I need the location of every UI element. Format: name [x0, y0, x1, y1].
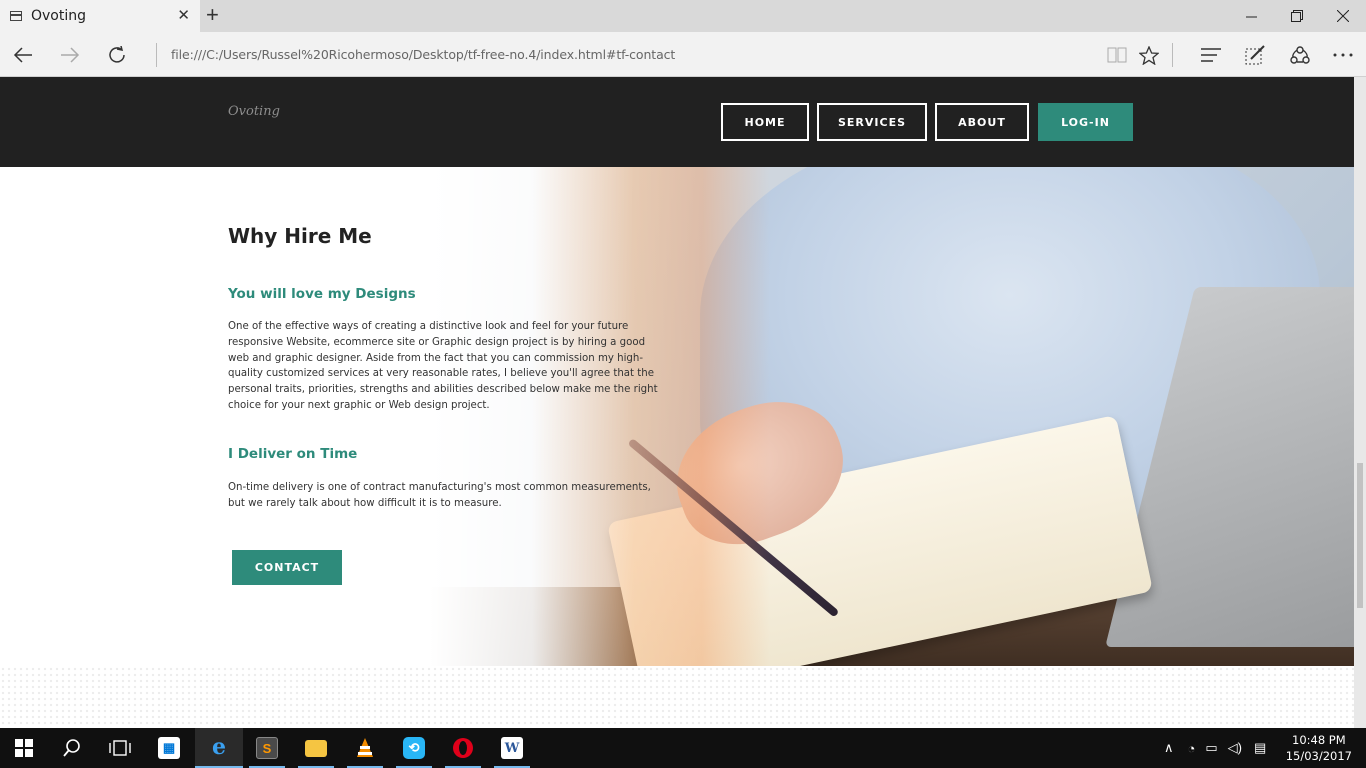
reading-view-icon[interactable]: [1102, 40, 1132, 70]
new-tab-icon[interactable]: +: [206, 4, 219, 26]
map-pattern-strip: [0, 666, 1354, 728]
scrollbar[interactable]: [1354, 77, 1366, 728]
back-icon[interactable]: [8, 40, 38, 70]
clock-date: 15/03/2017: [1285, 749, 1352, 763]
more-icon[interactable]: [1328, 40, 1358, 70]
page-icon: [10, 11, 22, 21]
forward-icon[interactable]: [55, 40, 85, 70]
refresh-icon[interactable]: [102, 40, 132, 70]
nav-services[interactable]: SERVICES: [817, 103, 927, 141]
nav-login[interactable]: LOG-IN: [1038, 103, 1133, 141]
subheading-designs: You will love my Designs: [228, 286, 416, 302]
tray-icons: ∧ ◔ ▭ ◁) ▤: [1164, 728, 1266, 768]
wifi-icon[interactable]: ◔: [1188, 741, 1196, 756]
nav-about[interactable]: ABOUT: [935, 103, 1029, 141]
minimize-icon[interactable]: [1228, 0, 1274, 32]
word-icon[interactable]: W: [488, 728, 536, 768]
notification-icon[interactable]: ▤: [1254, 740, 1266, 756]
store-icon[interactable]: ▦: [145, 728, 193, 768]
favorite-star-icon[interactable]: [1134, 40, 1164, 70]
photo-fade-overlay: [430, 167, 770, 666]
close-window-icon[interactable]: [1320, 0, 1366, 32]
opera-icon[interactable]: [439, 728, 487, 768]
battery-icon[interactable]: ▭: [1205, 740, 1217, 756]
close-tab-icon[interactable]: ✕: [177, 8, 190, 24]
tab-title: Ovoting: [31, 8, 87, 24]
hub-icon[interactable]: [1196, 40, 1226, 70]
hero-photo: [430, 167, 1354, 666]
system-clock[interactable]: 10:48 PM 15/03/2017: [1286, 732, 1352, 764]
url-separator: [156, 43, 157, 67]
app-icon[interactable]: ⟲: [390, 728, 438, 768]
volume-icon[interactable]: ◁): [1228, 740, 1242, 756]
tab-bar: Ovoting ✕ +: [0, 0, 1366, 32]
taskbar: ▦ e S ⟲ W ∧ ◔ ▭ ◁) ▤ 10:48 PM 15/03/2017: [0, 728, 1366, 768]
scrollbar-thumb[interactable]: [1357, 463, 1363, 608]
paragraph-delivery: On-time delivery is one of contract manu…: [228, 482, 651, 509]
start-icon[interactable]: [0, 728, 48, 768]
site-header: Ovoting HOME SERVICES ABOUT LOG-IN: [0, 77, 1354, 167]
paragraph-designs: One of the effective ways of creating a …: [228, 321, 658, 411]
site-logo[interactable]: Ovoting: [228, 104, 280, 119]
vlc-icon[interactable]: [341, 728, 389, 768]
toolbar-separator: [1172, 43, 1173, 67]
nav-home[interactable]: HOME: [721, 103, 809, 141]
restore-icon[interactable]: [1274, 0, 1320, 32]
page-viewport: Ovoting HOME SERVICES ABOUT LOG-IN Why H…: [0, 77, 1366, 728]
sublime-icon[interactable]: S: [243, 728, 291, 768]
clock-time: 10:48 PM: [1292, 733, 1346, 747]
browser-tab[interactable]: Ovoting ✕: [0, 0, 200, 32]
section-title: Why Hire Me: [228, 224, 372, 248]
web-note-icon[interactable]: [1240, 40, 1270, 70]
file-explorer-icon[interactable]: [292, 728, 340, 768]
task-view-icon[interactable]: [96, 728, 144, 768]
why-hire-me-section: Why Hire Me You will love my Designs One…: [0, 167, 1354, 666]
contact-button[interactable]: CONTACT: [232, 550, 342, 585]
subheading-delivery: I Deliver on Time: [228, 446, 358, 462]
edge-icon[interactable]: e: [195, 728, 243, 768]
show-hidden-icon[interactable]: ∧: [1164, 740, 1174, 756]
share-icon[interactable]: [1285, 40, 1315, 70]
address-bar: file:///C:/Users/Russel%20Ricohermoso/De…: [0, 32, 1366, 77]
search-icon[interactable]: [48, 728, 96, 768]
url-field[interactable]: file:///C:/Users/Russel%20Ricohermoso/De…: [171, 47, 675, 62]
